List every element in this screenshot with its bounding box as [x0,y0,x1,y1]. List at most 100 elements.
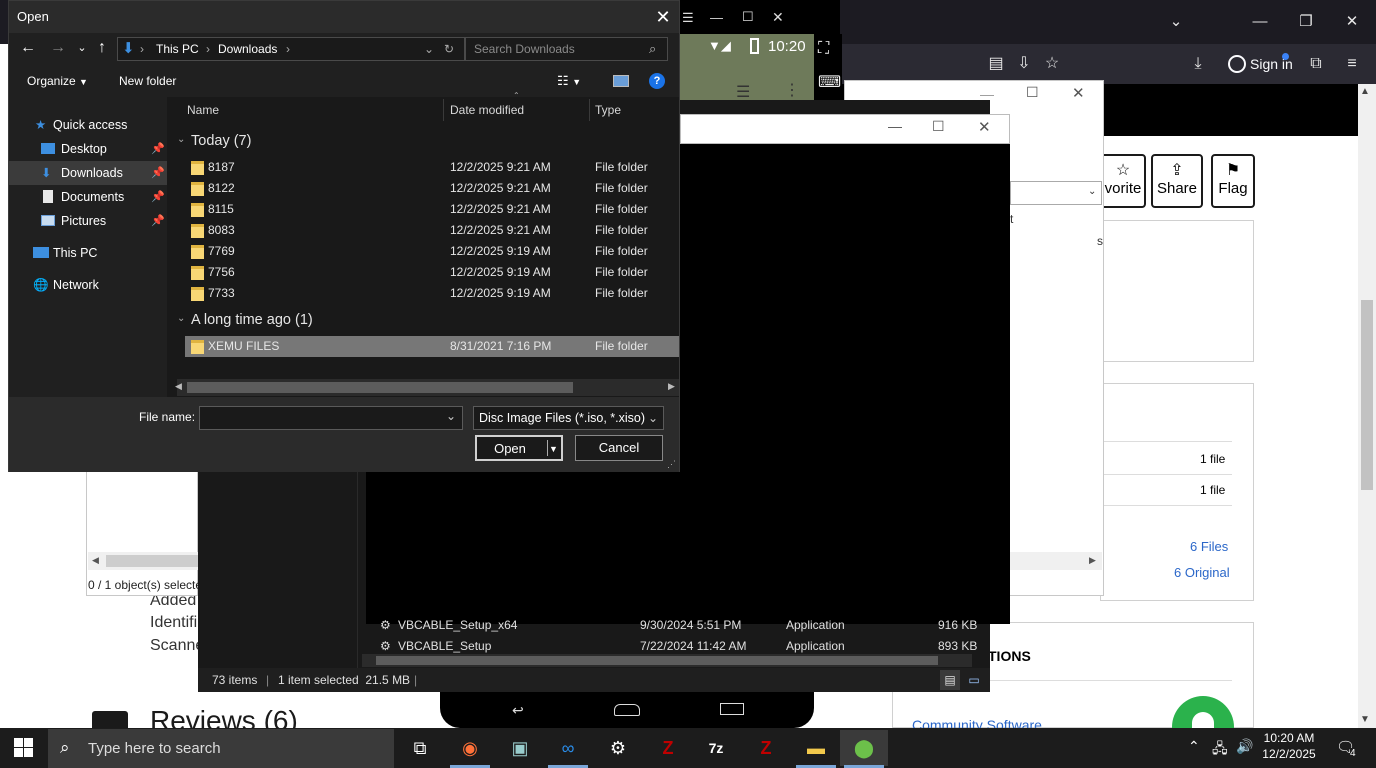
breadcrumb-this-pc[interactable]: This PC [156,38,199,60]
browser-close-button[interactable]: ✕ [1332,8,1372,36]
window-minimize-button[interactable]: — [888,118,902,134]
props-maximize-button[interactable]: ☐ [1026,84,1039,101]
app-icon[interactable]: ▣ [496,730,544,766]
column-divider[interactable] [589,99,590,121]
file-row-selected[interactable]: XEMU FILES 8/31/2021 7:16 PM File folder [185,336,679,357]
nav-desktop[interactable]: Desktop 📌 [9,137,167,161]
props-close-button[interactable]: ✕ [1072,84,1085,102]
file-name[interactable]: VBCABLE_Setup_x64 [398,618,517,632]
open-button[interactable]: Open ▼ [475,435,563,461]
sort-icon[interactable]: ☰ [736,82,750,102]
fullscreen-icon[interactable]: ⛶ [818,40,829,58]
window-maximize-button[interactable]: ☐ [932,118,945,135]
file-row[interactable]: 7756 12/2/2025 9:19 AM File folder [185,262,679,283]
emulator-minimize-button[interactable]: — [710,10,723,25]
emulator-menu-icon[interactable]: ☰ [682,10,694,26]
emulator-maximize-button[interactable]: ☐ [742,9,754,25]
volume-icon[interactable]: 🔊 [1236,738,1253,755]
scroll-right-icon[interactable]: ▶ [1089,555,1096,566]
scroll-right-icon[interactable]: ▶ [668,381,675,392]
nav-downloads[interactable]: ⬇ Downloads 📌 [9,161,167,185]
refresh-icon[interactable]: ↻ [444,38,454,60]
recent-locations-chevron-icon[interactable]: ⌄ [71,37,93,59]
nav-documents[interactable]: Documents 📌 [9,185,167,209]
explorer-hscroll-thumb[interactable] [376,656,938,665]
downloads-icon[interactable]: ⤓ [1184,50,1212,78]
cancel-button[interactable]: Cancel [575,435,663,461]
taskbar-search-input[interactable]: Type here to search [48,729,394,768]
search-input[interactable]: Search Downloads [465,37,668,61]
scroll-left-icon[interactable]: ◀ [92,555,99,566]
file-row[interactable]: 8115 12/2/2025 9:21 AM File folder [185,199,679,220]
nav-pictures[interactable]: Pictures 📌 [9,209,167,233]
back-arrow-icon[interactable]: ← [17,37,39,59]
browser-restore-button[interactable]: ❐ [1286,8,1326,36]
settings-gear-icon[interactable]: ⚙ [594,730,642,766]
dialog-close-button[interactable]: ✕ [649,3,677,31]
preview-pane-icon[interactable] [613,75,629,87]
share-button[interactable]: ⇪ Share [1151,154,1203,208]
details-view-icon[interactable]: ▤ [940,670,960,690]
xemu-icon[interactable]: ⬤ [840,730,888,766]
taskbar-clock[interactable]: 10:20 AM 12/2/2025 [1252,730,1326,762]
flag-button[interactable]: ⚑ Flag [1211,154,1255,208]
file-name[interactable]: VBCABLE_Setup [398,639,491,653]
help-icon[interactable]: ? [649,73,665,89]
hidden-icons-chevron-icon[interactable]: ⌃ [1188,738,1200,755]
file-row[interactable]: 8122 12/2/2025 9:21 AM File folder [185,178,679,199]
resize-grip-icon[interactable]: ⋰ [667,459,676,470]
extensions-icon[interactable]: ⧉ [1302,50,1330,78]
page-scroll-thumb[interactable] [1361,300,1373,490]
network-tray-icon[interactable]: 🖧 [1212,738,1228,762]
app-menu-icon[interactable]: ≡ [1338,50,1366,78]
more-options-icon[interactable]: ⋮ [784,80,800,100]
group-collapse-icon[interactable]: ⌄ [177,134,185,145]
scroll-thumb[interactable] [106,555,198,567]
windows-start-icon[interactable] [14,738,34,758]
up-arrow-icon[interactable]: ↑ [91,37,113,59]
new-folder-button[interactable]: New folder [119,74,176,88]
file-row[interactable]: 8083 12/2/2025 9:21 AM File folder [185,220,679,241]
filezilla-icon[interactable]: Z [644,730,692,766]
keyboard-icon[interactable]: ⌨ [818,72,841,92]
column-header-type[interactable]: Type [595,103,621,117]
file-explorer-icon[interactable]: ▬ [792,730,840,766]
file-row[interactable]: 8187 12/2/2025 9:21 AM File folder [185,157,679,178]
files-link[interactable]: 6 Files [1190,539,1228,554]
back-nav-icon[interactable]: ↩ [512,702,524,719]
hscroll-thumb[interactable] [187,382,573,393]
visual-studio-icon[interactable]: ∞ [544,730,592,766]
column-header-date[interactable]: Date modified [450,103,524,117]
nav-quick-access[interactable]: ★ Quick access [9,113,167,137]
group-collapse-icon[interactable]: ⌄ [177,313,185,324]
breadcrumb-downloads[interactable]: Downloads [218,38,277,60]
file-type-select[interactable]: Disc Image Files (*.iso, *.xiso) ⌄ [473,406,664,430]
reader-view-icon[interactable]: ▤ [982,50,1010,78]
file-row[interactable]: 7733 12/2/2025 9:19 AM File folder [185,283,679,304]
chevron-down-icon[interactable]: ⌄ [446,409,456,423]
address-history-chevron-icon[interactable]: ⌄ [424,38,434,60]
column-divider[interactable] [443,99,444,121]
change-view-icon[interactable]: ☷ ▼ [557,73,581,89]
file-name-input[interactable]: ⌄ [199,406,463,430]
organize-button[interactable]: Organize ▼ [27,74,88,88]
task-view-icon[interactable]: ⧉ [396,730,444,766]
scroll-up-icon[interactable]: ▲ [1360,86,1370,97]
column-header-name[interactable]: Name [187,103,219,117]
firefox-icon[interactable]: ◉ [446,730,494,766]
home-nav-icon[interactable] [614,704,640,716]
window-close-button[interactable]: ✕ [978,118,991,136]
group-header-long-ago[interactable]: A long time ago (1) [191,312,313,328]
address-bar[interactable]: ⬇ › This PC › Downloads › ⌄ ↻ [117,37,465,61]
original-link[interactable]: 6 Original [1174,565,1230,580]
favorite-button[interactable]: ☆ vorite [1100,154,1146,208]
open-options-chevron-icon[interactable]: ▼ [549,437,558,461]
save-page-icon[interactable]: ⇩ [1010,50,1038,78]
tiles-view-icon[interactable]: ▭ [964,670,984,690]
scroll-down-icon[interactable]: ▼ [1360,714,1370,725]
group-header-today[interactable]: Today (7) [191,133,251,149]
nav-network[interactable]: 🌐 Network [9,273,167,297]
browser-minimize-button[interactable]: — [1240,8,1280,36]
recents-nav-icon[interactable] [720,703,744,715]
nav-this-pc[interactable]: This PC [9,241,167,265]
